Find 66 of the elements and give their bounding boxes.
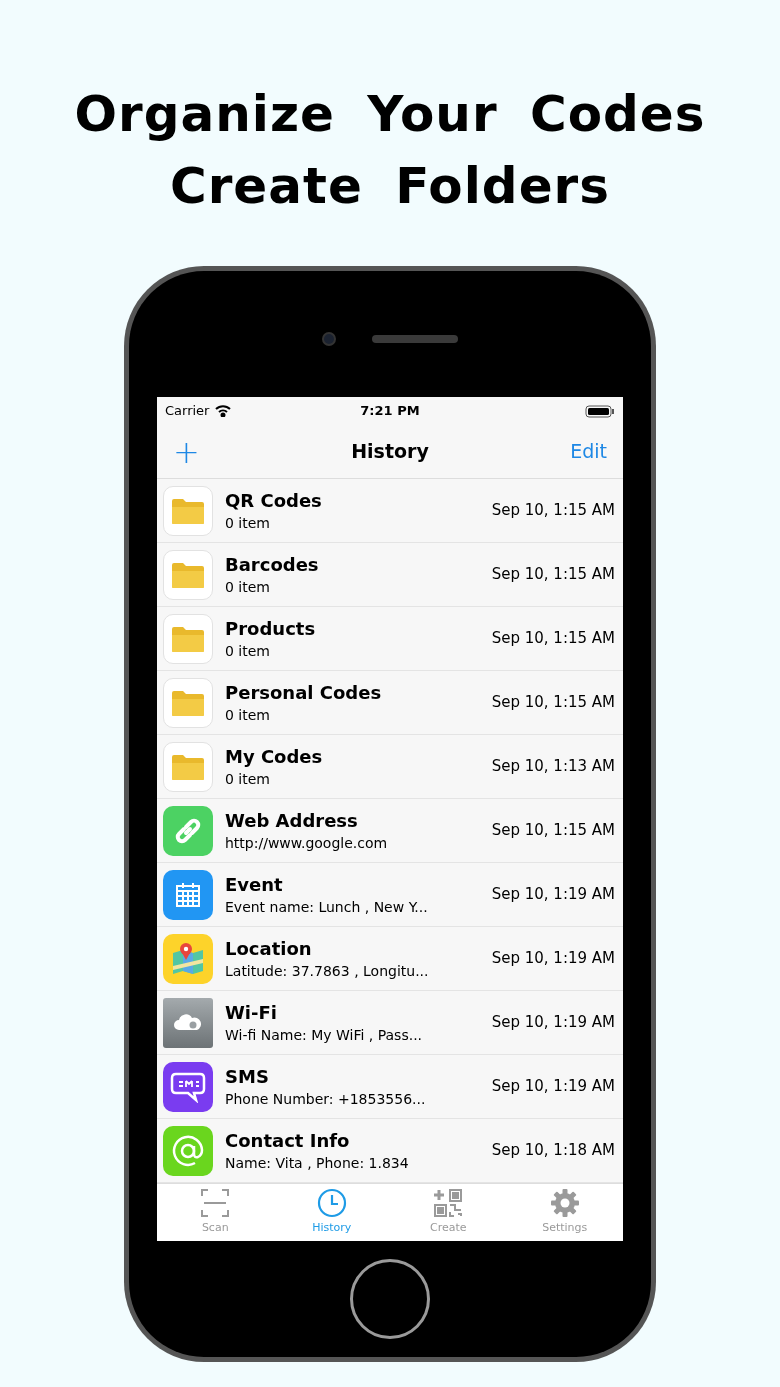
row-title: Contact Info xyxy=(225,1128,351,1153)
row-date: Sep 10, 1:15 AM xyxy=(491,820,615,842)
row-subtitle: Name: Vita , Phone: 1.834 xyxy=(225,1153,410,1173)
row-title: Wi-Fi xyxy=(225,1000,278,1025)
battery-icon xyxy=(585,404,615,418)
history-row[interactable]: Web Address http://www.google.com Sep 10, 1:15 AM xyxy=(157,799,623,863)
folder-icon xyxy=(163,677,213,728)
folder-icon xyxy=(163,549,213,600)
row-date: Sep 10, 1:19 AM xyxy=(491,948,615,970)
nav-title: History xyxy=(351,439,429,465)
carrier-label: Carrier xyxy=(165,402,210,421)
row-title: Event xyxy=(225,872,284,897)
row-subtitle: http://www.google.com xyxy=(225,833,389,853)
history-row[interactable]: Barcodes 0 item Sep 10, 1:15 AM xyxy=(157,543,623,607)
row-title: Products xyxy=(225,616,317,641)
history-row[interactable]: SMS Phone Number: +1853556... Sep 10, 1:19 AM xyxy=(157,1055,623,1119)
row-subtitle: Phone Number: +1853556... xyxy=(225,1089,427,1109)
row-date: Sep 10, 1:18 AM xyxy=(491,1140,615,1162)
row-subtitle: Wi-fi Name: My WiFi , Pass... xyxy=(225,1025,424,1045)
clock-icon xyxy=(316,1188,347,1219)
qr-plus-icon xyxy=(433,1188,464,1219)
row-subtitle: 0 item xyxy=(225,577,271,597)
map-icon xyxy=(163,933,213,984)
history-row[interactable]: Location Latitude: 37.7863 , Longitu... Sep 10, 1:19 AM xyxy=(157,927,623,991)
row-title: QR Codes xyxy=(225,488,323,513)
row-title: SMS xyxy=(225,1064,270,1089)
history-row[interactable]: Event Event name: Lunch , New Y... Sep 10, 1:19 AM xyxy=(157,863,623,927)
row-title: Web Address xyxy=(225,808,359,833)
row-date: Sep 10, 1:15 AM xyxy=(491,500,615,522)
history-row[interactable]: Wi-Fi Wi-fi Name: My WiFi , Pass... Sep 10, 1:19 AM xyxy=(157,991,623,1055)
folder-icon xyxy=(163,613,213,664)
row-subtitle: 0 item xyxy=(225,705,271,725)
row-title: Location xyxy=(225,936,313,961)
row-subtitle: Event name: Lunch , New Y... xyxy=(225,897,429,917)
wifi-icon xyxy=(215,405,232,417)
history-row[interactable]: QR Codes 0 item Sep 10, 1:15 AM xyxy=(157,479,623,543)
row-title: Barcodes xyxy=(225,552,320,577)
chat-bubble-icon xyxy=(163,1061,213,1112)
row-title: My Codes xyxy=(225,744,324,769)
row-date: Sep 10, 1:19 AM xyxy=(491,1012,615,1034)
row-date: Sep 10, 1:19 AM xyxy=(491,1076,615,1098)
wifi-cloud-icon xyxy=(163,997,213,1048)
scan-frame-icon xyxy=(200,1188,231,1219)
headline: Organize Your Codes xyxy=(74,84,706,145)
folder-icon xyxy=(163,485,213,536)
at-sign-icon xyxy=(163,1125,213,1176)
row-title: Personal Codes xyxy=(225,680,383,705)
camera-icon xyxy=(322,332,336,346)
status-time: 7:21 PM xyxy=(360,402,420,421)
calendar-icon xyxy=(163,869,213,920)
row-date: Sep 10, 1:13 AM xyxy=(491,756,615,778)
row-subtitle: Latitude: 37.7863 , Longitu... xyxy=(225,961,430,981)
headline: Create Folders xyxy=(170,156,610,217)
row-subtitle: 0 item xyxy=(225,641,271,661)
folder-icon xyxy=(163,741,213,792)
row-subtitle: 0 item xyxy=(225,513,271,533)
history-row[interactable]: My Codes 0 item Sep 10, 1:13 AM xyxy=(157,735,623,799)
row-date: Sep 10, 1:15 AM xyxy=(491,628,615,650)
history-row[interactable]: Products 0 item Sep 10, 1:15 AM xyxy=(157,607,623,671)
row-subtitle: 0 item xyxy=(225,769,271,789)
link-icon xyxy=(163,805,213,856)
row-date: Sep 10, 1:19 AM xyxy=(491,884,615,906)
history-row[interactable]: Personal Codes 0 item Sep 10, 1:15 AM xyxy=(157,671,623,735)
row-date: Sep 10, 1:15 AM xyxy=(491,564,615,586)
row-date: Sep 10, 1:15 AM xyxy=(491,692,615,714)
settings-icon xyxy=(549,1188,580,1219)
